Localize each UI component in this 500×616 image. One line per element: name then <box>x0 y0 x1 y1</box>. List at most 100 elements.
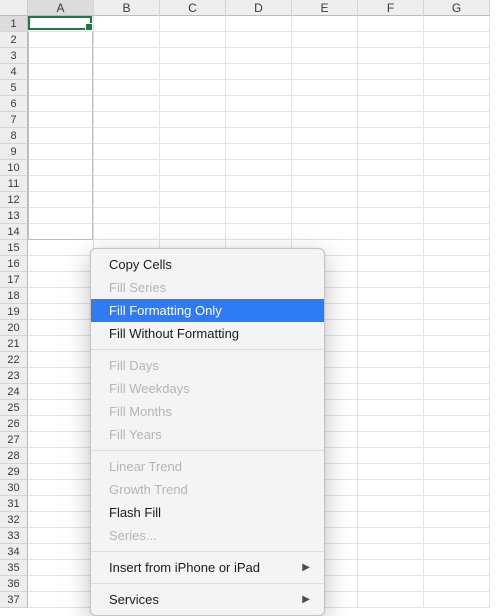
cell-g3[interactable] <box>424 48 490 64</box>
cell-f34[interactable] <box>358 544 424 560</box>
cell-a32[interactable] <box>28 512 94 528</box>
cell-d1[interactable] <box>226 16 292 32</box>
cell-f16[interactable] <box>358 256 424 272</box>
cell-g13[interactable] <box>424 208 490 224</box>
cell-d7[interactable] <box>226 112 292 128</box>
row-header-2[interactable]: 2 <box>0 32 28 48</box>
cell-f36[interactable] <box>358 576 424 592</box>
cell-f33[interactable] <box>358 528 424 544</box>
row-header-31[interactable]: 31 <box>0 496 28 512</box>
cell-g32[interactable] <box>424 512 490 528</box>
cell-b4[interactable] <box>94 64 160 80</box>
cell-e2[interactable] <box>292 32 358 48</box>
row-header-4[interactable]: 4 <box>0 64 28 80</box>
cell-a25[interactable] <box>28 400 94 416</box>
menu-item-fill-formatting-only[interactable]: Fill Formatting Only <box>91 299 324 322</box>
cell-b2[interactable] <box>94 32 160 48</box>
row-header-28[interactable]: 28 <box>0 448 28 464</box>
cell-f18[interactable] <box>358 288 424 304</box>
cell-f25[interactable] <box>358 400 424 416</box>
cell-e5[interactable] <box>292 80 358 96</box>
cell-g20[interactable] <box>424 320 490 336</box>
cell-d2[interactable] <box>226 32 292 48</box>
cell-c13[interactable] <box>160 208 226 224</box>
cell-e8[interactable] <box>292 128 358 144</box>
cell-e6[interactable] <box>292 96 358 112</box>
cell-c12[interactable] <box>160 192 226 208</box>
row-header-33[interactable]: 33 <box>0 528 28 544</box>
cell-a11[interactable] <box>28 176 94 192</box>
cell-b14[interactable] <box>94 224 160 240</box>
cell-f3[interactable] <box>358 48 424 64</box>
cell-b11[interactable] <box>94 176 160 192</box>
cell-a16[interactable] <box>28 256 94 272</box>
cell-g12[interactable] <box>424 192 490 208</box>
cell-a36[interactable] <box>28 576 94 592</box>
cell-d8[interactable] <box>226 128 292 144</box>
cell-f9[interactable] <box>358 144 424 160</box>
cell-f21[interactable] <box>358 336 424 352</box>
cell-c2[interactable] <box>160 32 226 48</box>
column-header-c[interactable]: C <box>160 0 226 16</box>
cell-g28[interactable] <box>424 448 490 464</box>
cell-f27[interactable] <box>358 432 424 448</box>
cell-f26[interactable] <box>358 416 424 432</box>
cell-a1[interactable] <box>28 16 94 32</box>
cell-g1[interactable] <box>424 16 490 32</box>
cell-g33[interactable] <box>424 528 490 544</box>
cell-a34[interactable] <box>28 544 94 560</box>
autofill-context-menu[interactable]: Copy CellsFill SeriesFill Formatting Onl… <box>90 248 325 616</box>
row-header-9[interactable]: 9 <box>0 144 28 160</box>
cell-a35[interactable] <box>28 560 94 576</box>
cell-e9[interactable] <box>292 144 358 160</box>
cell-c6[interactable] <box>160 96 226 112</box>
cell-e3[interactable] <box>292 48 358 64</box>
cell-g4[interactable] <box>424 64 490 80</box>
cell-f13[interactable] <box>358 208 424 224</box>
row-header-20[interactable]: 20 <box>0 320 28 336</box>
row-header-11[interactable]: 11 <box>0 176 28 192</box>
row-header-17[interactable]: 17 <box>0 272 28 288</box>
cell-f19[interactable] <box>358 304 424 320</box>
cell-b6[interactable] <box>94 96 160 112</box>
cell-a21[interactable] <box>28 336 94 352</box>
row-header-7[interactable]: 7 <box>0 112 28 128</box>
menu-item-fill-without-formatting[interactable]: Fill Without Formatting <box>91 322 324 345</box>
cell-f28[interactable] <box>358 448 424 464</box>
cell-g35[interactable] <box>424 560 490 576</box>
cell-f12[interactable] <box>358 192 424 208</box>
cell-a22[interactable] <box>28 352 94 368</box>
cell-b1[interactable] <box>94 16 160 32</box>
cell-g15[interactable] <box>424 240 490 256</box>
cell-d4[interactable] <box>226 64 292 80</box>
cell-a33[interactable] <box>28 528 94 544</box>
cell-g23[interactable] <box>424 368 490 384</box>
cell-a14[interactable] <box>28 224 94 240</box>
cell-f17[interactable] <box>358 272 424 288</box>
cell-b12[interactable] <box>94 192 160 208</box>
cell-f11[interactable] <box>358 176 424 192</box>
cell-g36[interactable] <box>424 576 490 592</box>
cell-d10[interactable] <box>226 160 292 176</box>
cell-b13[interactable] <box>94 208 160 224</box>
column-header-e[interactable]: E <box>292 0 358 16</box>
cell-f5[interactable] <box>358 80 424 96</box>
cell-a23[interactable] <box>28 368 94 384</box>
cell-g29[interactable] <box>424 464 490 480</box>
cell-g6[interactable] <box>424 96 490 112</box>
cell-d14[interactable] <box>226 224 292 240</box>
cell-a18[interactable] <box>28 288 94 304</box>
cell-a3[interactable] <box>28 48 94 64</box>
cell-f31[interactable] <box>358 496 424 512</box>
cell-g25[interactable] <box>424 400 490 416</box>
cell-g16[interactable] <box>424 256 490 272</box>
cell-g34[interactable] <box>424 544 490 560</box>
row-header-26[interactable]: 26 <box>0 416 28 432</box>
cell-b5[interactable] <box>94 80 160 96</box>
cell-g7[interactable] <box>424 112 490 128</box>
cell-b9[interactable] <box>94 144 160 160</box>
row-header-36[interactable]: 36 <box>0 576 28 592</box>
row-header-23[interactable]: 23 <box>0 368 28 384</box>
cell-f22[interactable] <box>358 352 424 368</box>
cell-g11[interactable] <box>424 176 490 192</box>
